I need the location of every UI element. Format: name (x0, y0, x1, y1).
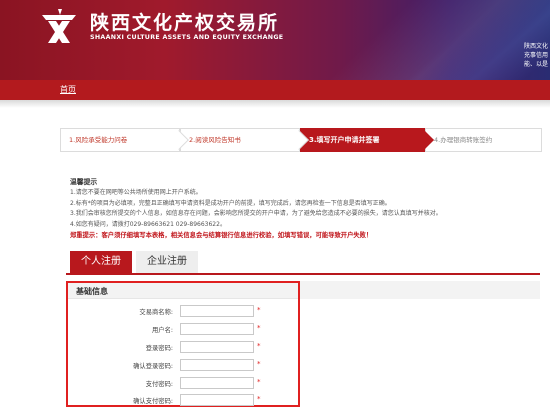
required-mark: * (257, 324, 261, 332)
site-subtitle: SHAANXI CULTURE ASSETS AND EQUITY EXCHAN… (90, 34, 284, 41)
field-label: 用户名: (151, 327, 173, 334)
required-mark: * (257, 342, 261, 350)
step-label: 3.填写开户申请并签署 (309, 136, 380, 144)
tip-line: 3.我们会审核您所提交的个人信息，如信息存在问题，会影响您所提交的开户申请，为了… (70, 210, 442, 217)
tab-personal-registration[interactable]: 个人注册 (70, 251, 132, 273)
form-row-confirm-payment-password: 确认支付密码: * (68, 394, 298, 407)
field-label: 确认登录密码: (133, 363, 173, 370)
nav-home-link[interactable]: 首页 (60, 84, 76, 95)
form-row-confirm-login-password: 确认登录密码: * (68, 359, 298, 372)
required-mark: * (257, 395, 261, 403)
main-nav: 首页 (0, 80, 550, 100)
field-label: 支付密码: (145, 381, 173, 388)
corner-line: 充事信用 (524, 52, 548, 59)
basic-info-form: 基础信息 交易商名称: * 用户名: * 登录密码: * 确认登录密码: * 支… (66, 281, 300, 407)
required-mark: * (257, 360, 261, 368)
header-banner: 陕西文化产权交易所 SHAANXI CULTURE ASSETS AND EQU… (0, 0, 550, 80)
form-row-payment-password: 支付密码: * (68, 377, 298, 390)
tip-line: 1.请您不要在网吧等公共场所使用网上开户系统。 (70, 189, 202, 196)
tab-company-registration[interactable]: 企业注册 (136, 251, 198, 273)
tip-line: 2.标有*的项目为必填项，完整且正确填写申请资料是成功开户的前提，填写完成后，请… (70, 199, 391, 207)
payment-password-input[interactable] (180, 377, 254, 389)
step-risk-questionnaire: 1.风险承受能力问卷 (60, 128, 189, 152)
registration-page: 陕西文化产权交易所 SHAANXI CULTURE ASSETS AND EQU… (0, 0, 550, 410)
tips-section: 温馨提示 1.请您不要在网吧等公共场所使用网上开户系统。 2.标有*的项目为必填… (70, 176, 540, 241)
corner-line: 能、以是 (524, 61, 548, 68)
form-row-login-password: 登录密码: * (68, 341, 298, 354)
warning-notice: 郑重提示：客户须仔细填写本表格，相关信息会与结算银行信息进行校验，如填写错误，可… (70, 232, 373, 239)
tips-title: 温馨提示 (70, 178, 98, 186)
required-mark: * (257, 378, 261, 386)
trader-name-input[interactable] (180, 305, 254, 317)
tip-line: 4.如您有疑问，请拨打029-89663621 029-89663622。 (70, 220, 226, 228)
step-label: 2.阅读风险告知书 (189, 136, 241, 144)
site-title: 陕西文化产权交易所 (90, 12, 280, 34)
step-fill-application: 3.填写开户申请并签署 (300, 128, 434, 152)
progress-steps: 1.风险承受能力问卷 2.阅读风险告知书 3.填写开户申请并签署 4.办理银商转… (60, 128, 542, 152)
step-label: 4.办理银商转账签约 (434, 136, 493, 144)
field-label: 交易商名称: (139, 309, 173, 316)
field-label: 登录密码: (145, 345, 173, 352)
login-password-input[interactable] (180, 341, 254, 353)
step-read-risk-notice: 2.阅读风险告知书 (180, 128, 309, 152)
form-row-trader-name: 交易商名称: * (68, 305, 298, 318)
nav-shadow (0, 100, 550, 108)
required-mark: * (257, 306, 261, 314)
form-header: 基础信息 (68, 283, 298, 299)
form-row-username: 用户名: * (68, 323, 298, 336)
step-label: 1.风险承受能力问卷 (69, 136, 128, 144)
registration-tabs: 个人注册 企业注册 (66, 251, 540, 275)
banner-corner-text: 陕西文化 充事信用 能、以是 (524, 42, 548, 69)
form-title: 基础信息 (76, 287, 108, 296)
logo-icon (42, 9, 76, 43)
field-label: 确认支付密码: (133, 398, 173, 405)
corner-line: 陕西文化 (524, 43, 548, 50)
confirm-payment-password-input[interactable] (180, 394, 254, 406)
username-input[interactable] (180, 323, 254, 335)
step-bank-transfer-signing: 4.办理银商转账签约 (425, 128, 542, 152)
confirm-login-password-input[interactable] (180, 359, 254, 371)
section-header-bar (300, 281, 540, 299)
